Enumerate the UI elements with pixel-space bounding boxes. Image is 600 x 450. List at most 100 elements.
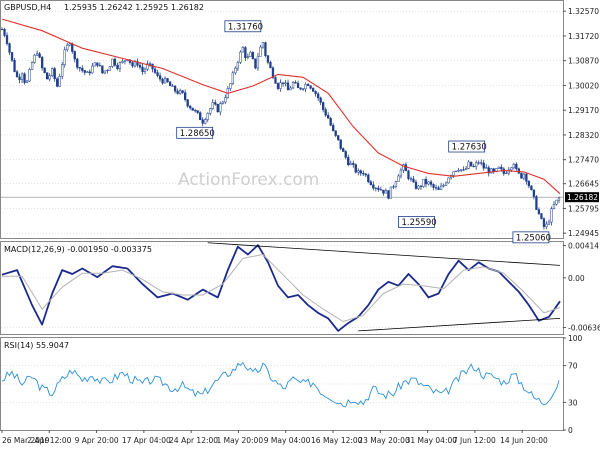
candle-body [452,171,455,176]
candle-body [98,65,102,67]
macd-panel-frame [0,241,564,335]
candle-body [447,177,450,184]
candle-body [296,82,300,89]
candle-body [141,66,144,72]
price-annotation-label: 1.28650 [180,129,215,139]
candle-body [264,42,267,56]
candle-body [419,185,423,187]
candle-body [86,71,89,73]
candle-body [439,185,443,190]
candle-body [176,90,179,94]
candle-body [432,184,435,188]
time-tick-label: 9 May 04:00 [264,436,311,445]
rsi-panel-frame [0,337,564,431]
candle-body [15,71,19,78]
candle-body [407,170,410,179]
macd-trendline [358,318,561,332]
candle-body [78,67,81,69]
candle-body [399,169,403,177]
price-annotation-label: 1.25590 [401,218,436,228]
candle-body [510,167,513,171]
rsi-tick-label: 30 [568,398,578,407]
candle-body [101,65,104,74]
candle-body [316,93,320,99]
candle-body [337,135,340,140]
candle-body [334,130,337,136]
candle-body [319,97,322,103]
candle-body [397,175,400,182]
candle-body [552,204,556,209]
rsi-grid [1,365,563,403]
candle-body [394,181,398,188]
candle-body [502,168,505,174]
candle-body [53,68,56,80]
candle-body [63,49,66,65]
candle-body [214,102,217,105]
candle-body [379,189,383,191]
candle-body [51,68,54,76]
candle-body [13,60,16,72]
candle-body [231,72,234,85]
candle-body [342,148,345,152]
candle-body [279,82,282,89]
candle-body [56,78,59,87]
time-tick-label: 14 Jun 20:00 [500,436,548,445]
price-tick-label: 1.30870 [568,57,599,66]
candle-body [66,44,69,51]
candle-body [359,170,362,174]
candle-body [171,85,174,87]
candle-body [76,58,79,68]
candle-body [364,173,367,176]
candle-body [475,162,478,167]
price-tick-label: 1.27470 [568,156,599,165]
candle-body [291,82,295,89]
candle-body [191,107,194,111]
candle-body [377,187,380,190]
candle-body [153,68,157,73]
macd-axis: 0.004141 0.00 -0.006365 [563,242,600,332]
candle-body [505,172,508,174]
candle-body [281,82,285,85]
candle-body [236,61,239,69]
candle-body [522,173,526,179]
time-tick-label: 24 Apr 12:00 [169,436,218,445]
candle-body [156,72,159,76]
candle-body [467,161,470,169]
candle-body [344,151,347,158]
candle-body [239,51,242,63]
candle-body [116,64,119,70]
chart-canvas: ActionForex.com GBPUSD,H4 1.25935 1.2624… [0,0,600,445]
candle-body [23,73,26,83]
time-tick-label: 31 May 04:00 [406,436,458,445]
current-price-label: 1.26182 [567,193,598,202]
candle-body [322,102,325,110]
candle-body [304,84,307,90]
candle-body [261,42,265,48]
candle-body [266,55,270,63]
macd-main-line [1,244,561,332]
candle-body [123,60,127,62]
candle-body [437,187,440,190]
candle-body [81,67,84,71]
candle-body [173,85,177,92]
candle-body [327,114,330,119]
candle-body [480,162,483,164]
candle-body [196,110,199,113]
candle-body [324,109,327,116]
candle-body [276,83,280,89]
rsi-axis: 100 70 30 0 [563,334,583,435]
candle-body [354,164,357,173]
candle-body [289,87,292,91]
candle-body [28,69,31,82]
price-tick-label: 1.24945 [568,229,599,238]
candle-body [434,187,438,189]
time-tick-label: 17 Apr 04:00 [122,436,171,445]
candle-body [414,181,418,189]
rsi-line [1,361,560,408]
candle-body [515,163,518,170]
time-tick-label: 9 Apr 20:00 [75,436,119,445]
candle-body [241,47,245,53]
candle-body [404,164,408,172]
price-tick-label: 1.29170 [568,106,599,115]
candle-body [96,62,99,66]
